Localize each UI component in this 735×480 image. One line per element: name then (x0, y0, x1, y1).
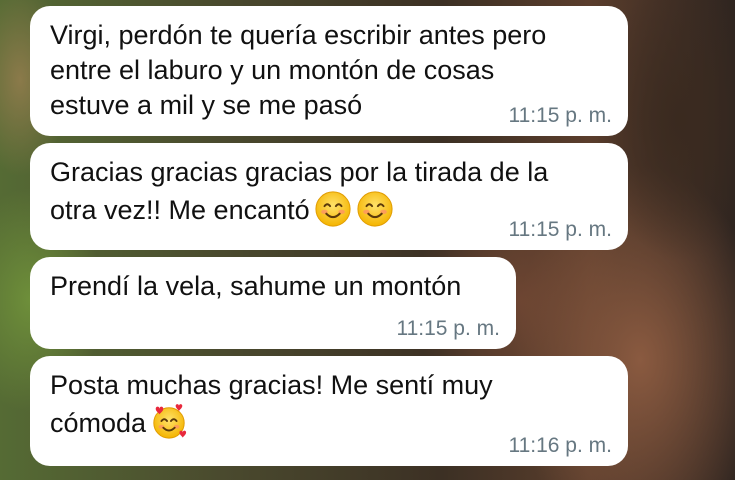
message-text-content: Posta muchas gracias! Me sentí muy cómod… (50, 370, 493, 438)
smiling-face-with-smiling-eyes-icon (356, 190, 394, 228)
message-bubble[interactable]: Prendí la vela, sahume un montón 11:15 p… (30, 257, 516, 349)
smiling-face-with-smiling-eyes-icon (314, 190, 352, 228)
message-text: Prendí la vela, sahume un montón (50, 271, 462, 301)
message-bubble[interactable]: Gracias gracias gracias por la tirada de… (30, 143, 628, 250)
message-text: Virgi, perdón te quería escribir antes p… (50, 20, 547, 120)
message-text: Posta muchas gracias! Me sentí muy cómod… (50, 368, 493, 441)
message-bubble[interactable]: Posta muchas gracias! Me sentí muy cómod… (30, 356, 628, 466)
message-timestamp: 11:16 p. m. (508, 434, 612, 457)
message-text-content: Gracias gracias gracias por la tirada de… (50, 157, 549, 225)
message-bubble[interactable]: Virgi, perdón te quería escribir antes p… (30, 6, 628, 136)
message-timestamp: 11:15 p. m. (508, 218, 612, 241)
chat-background: Virgi, perdón te quería escribir antes p… (0, 0, 735, 480)
smiling-face-with-hearts-icon (150, 403, 188, 441)
message-timestamp: 11:15 p. m. (396, 317, 500, 340)
message-timestamp: 11:15 p. m. (508, 104, 612, 127)
message-text: Gracias gracias gracias por la tirada de… (50, 155, 548, 228)
